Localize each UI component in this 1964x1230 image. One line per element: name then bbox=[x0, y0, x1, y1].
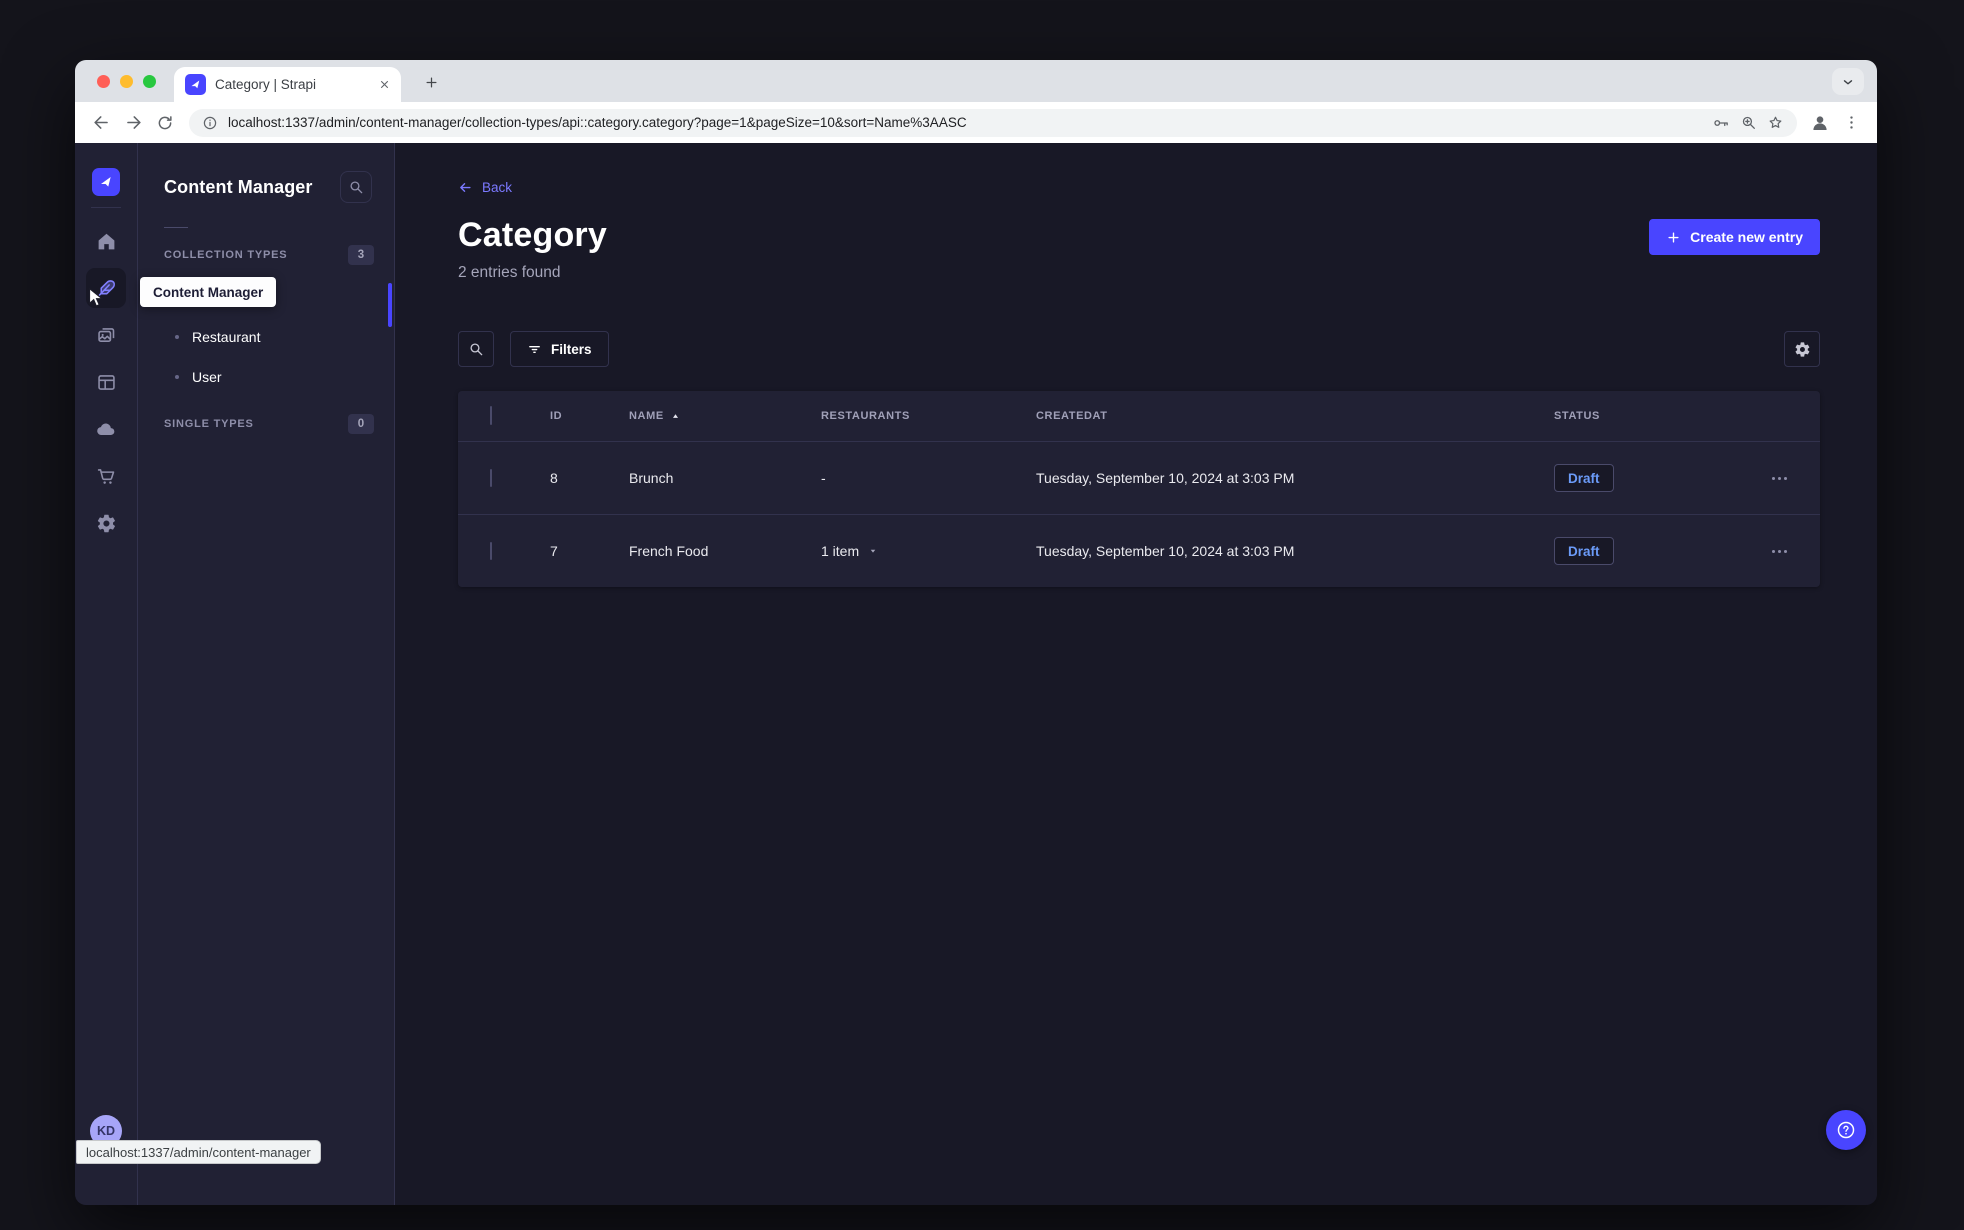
subnav-item-label: User bbox=[192, 369, 222, 385]
column-header-createdat[interactable]: CREATEDAT bbox=[1036, 410, 1554, 422]
subnav-title: Content Manager bbox=[164, 176, 313, 197]
column-header-name[interactable]: NAME bbox=[629, 410, 821, 422]
filter-icon bbox=[529, 345, 540, 353]
gear-icon bbox=[1795, 341, 1809, 357]
marketplace-icon[interactable] bbox=[86, 456, 126, 496]
table-settings-button[interactable] bbox=[1784, 331, 1820, 367]
subnav-item-label: Restaurant bbox=[192, 329, 261, 345]
page-info-icon[interactable] bbox=[202, 115, 218, 131]
expand-relation-caret-icon bbox=[870, 549, 876, 553]
rail-divider bbox=[91, 207, 121, 208]
single-types-count-badge: 0 bbox=[348, 414, 374, 434]
column-header-restaurants[interactable]: RESTAURANTS bbox=[821, 410, 1036, 422]
cell-id: 8 bbox=[550, 470, 558, 486]
single-types-section-header: SINGLE TYPES 0 bbox=[138, 414, 394, 434]
tab-close-icon[interactable] bbox=[378, 78, 391, 91]
single-types-label: SINGLE TYPES bbox=[164, 418, 254, 430]
cell-name: Brunch bbox=[629, 470, 674, 486]
entries-count-text: 2 entries found bbox=[458, 264, 561, 281]
cell-restaurants: - bbox=[821, 470, 826, 486]
main-content: Back Category Create new entry 2 entries… bbox=[395, 143, 1877, 1205]
close-window-button[interactable] bbox=[97, 75, 110, 88]
select-all-checkbox[interactable] bbox=[490, 406, 492, 425]
media-library-icon[interactable] bbox=[86, 315, 126, 355]
cloud-icon[interactable] bbox=[86, 409, 126, 449]
row-checkbox[interactable] bbox=[490, 469, 492, 487]
tab-search-button[interactable] bbox=[1832, 68, 1864, 95]
table-search-button[interactable] bbox=[458, 331, 494, 367]
subnav-search-button[interactable] bbox=[340, 171, 372, 203]
address-bar[interactable]: localhost:1337/admin/content-manager/col… bbox=[189, 108, 1797, 137]
column-header-id[interactable]: ID bbox=[550, 410, 629, 422]
tab-strip: Category | Strapi bbox=[75, 60, 1877, 102]
zoom-icon[interactable] bbox=[1740, 114, 1757, 131]
home-icon[interactable] bbox=[86, 221, 126, 261]
back-link[interactable]: Back bbox=[458, 180, 512, 195]
status-badge: Draft bbox=[1554, 464, 1614, 492]
url-text[interactable]: localhost:1337/admin/content-manager/col… bbox=[228, 115, 1702, 130]
browser-toolbar: localhost:1337/admin/content-manager/col… bbox=[75, 102, 1877, 143]
page-title: Category bbox=[458, 216, 607, 254]
settings-icon[interactable] bbox=[86, 503, 126, 543]
row-checkbox[interactable] bbox=[490, 542, 492, 560]
browser-menu-icon[interactable] bbox=[1835, 107, 1867, 139]
filters-button[interactable]: Filters bbox=[510, 331, 609, 367]
content-manager-tooltip: Content Manager bbox=[140, 277, 277, 307]
row-actions-menu-icon[interactable] bbox=[1764, 542, 1795, 561]
rail-menu bbox=[86, 221, 126, 543]
subnav-item-restaurant[interactable]: Restaurant bbox=[138, 317, 394, 357]
entries-table: ID NAME RESTAURANTS CREATEDAT STATUS 8 B… bbox=[458, 391, 1820, 587]
link-status-bubble: localhost:1337/admin/content-manager bbox=[76, 1140, 321, 1164]
browser-profile-avatar[interactable] bbox=[1805, 108, 1835, 138]
cell-createdat: Tuesday, September 10, 2024 at 3:03 PM bbox=[1036, 543, 1295, 559]
minimize-window-button[interactable] bbox=[120, 75, 133, 88]
tab-title: Category | Strapi bbox=[215, 77, 317, 92]
table-row[interactable]: 7 French Food 1 item Tuesday, September … bbox=[458, 514, 1820, 587]
back-arrow-icon bbox=[460, 183, 471, 192]
collection-types-section-header: COLLECTION TYPES 3 bbox=[138, 245, 394, 265]
status-badge: Draft bbox=[1554, 537, 1614, 565]
plus-icon bbox=[1668, 231, 1679, 243]
new-tab-button[interactable] bbox=[418, 69, 444, 95]
sort-ascending-icon bbox=[672, 413, 678, 418]
cell-createdat: Tuesday, September 10, 2024 at 3:03 PM bbox=[1036, 470, 1295, 486]
collection-types-count-badge: 3 bbox=[348, 245, 374, 265]
back-label: Back bbox=[482, 180, 513, 195]
bullet-icon bbox=[175, 375, 179, 379]
column-header-status: STATUS bbox=[1554, 410, 1600, 422]
collection-types-label: COLLECTION TYPES bbox=[164, 249, 288, 261]
create-new-entry-label: Create new entry bbox=[1690, 229, 1803, 245]
main-navigation-rail: KD bbox=[75, 143, 138, 1205]
content-manager-subnav: Content Manager COLLECTION TYPES 3 Categ… bbox=[138, 143, 395, 1205]
password-key-icon[interactable] bbox=[1712, 114, 1730, 132]
strapi-favicon-icon bbox=[185, 74, 206, 95]
strapi-admin-app: KD Content Manager COLLECTION TYPES 3 Re… bbox=[75, 143, 1877, 1205]
filters-label: Filters bbox=[551, 341, 592, 357]
browser-window: Category | Strapi localhost:1337/admin/c… bbox=[75, 60, 1877, 1205]
cell-name: French Food bbox=[629, 543, 709, 559]
table-row[interactable]: 8 Brunch - Tuesday, September 10, 2024 a… bbox=[458, 441, 1820, 514]
back-navigation-button[interactable] bbox=[85, 107, 117, 139]
row-actions-menu-icon[interactable] bbox=[1764, 469, 1795, 488]
content-manager-icon[interactable] bbox=[86, 268, 126, 308]
help-button[interactable] bbox=[1826, 1110, 1866, 1150]
reload-button[interactable] bbox=[149, 107, 181, 139]
subnav-item-user[interactable]: User bbox=[138, 357, 394, 397]
fullscreen-window-button[interactable] bbox=[143, 75, 156, 88]
window-controls bbox=[97, 75, 156, 88]
cell-restaurants[interactable]: 1 item bbox=[821, 543, 1036, 559]
content-type-builder-icon[interactable] bbox=[86, 362, 126, 402]
subnav-scrollbar-thumb[interactable] bbox=[388, 283, 392, 327]
question-mark-icon bbox=[1837, 1121, 1855, 1139]
create-new-entry-button[interactable]: Create new entry bbox=[1649, 219, 1820, 255]
subnav-divider bbox=[164, 227, 188, 228]
bookmark-star-icon[interactable] bbox=[1767, 114, 1784, 131]
strapi-logo[interactable] bbox=[92, 168, 120, 196]
table-header-row: ID NAME RESTAURANTS CREATEDAT STATUS bbox=[458, 391, 1820, 441]
browser-tab[interactable]: Category | Strapi bbox=[174, 67, 401, 102]
cell-id: 7 bbox=[550, 543, 558, 559]
forward-navigation-button[interactable] bbox=[117, 107, 149, 139]
bullet-icon bbox=[175, 335, 179, 339]
